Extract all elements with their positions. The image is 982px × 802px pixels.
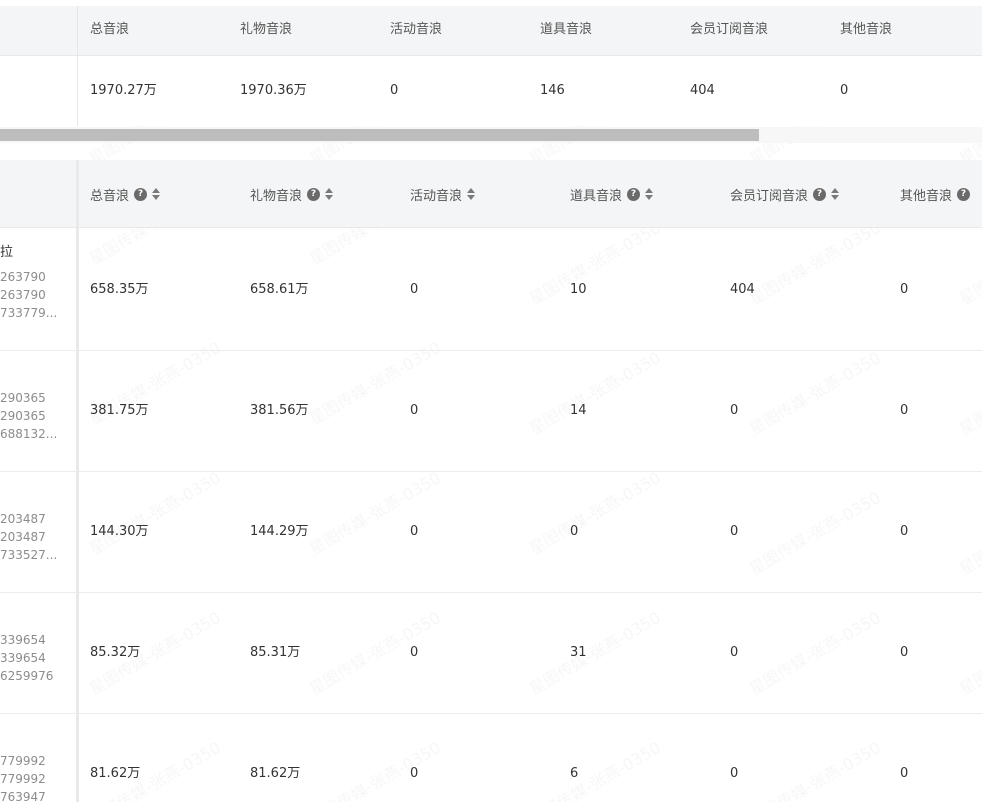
cell-total: 85.32万 [90, 645, 141, 660]
anchor-id: 290365 [0, 409, 46, 423]
summary-fixed-column-divider [77, 56, 78, 126]
anchor-id: 339654 [0, 633, 46, 647]
detail-header-activity-label: 活动音浪 [410, 188, 463, 204]
anchor-id: 263790 [0, 270, 46, 284]
table-row: 拉 263790 263790 733779... 658.35万 658.61万 0 10 4… [0, 229, 982, 350]
table-row: 779992 779992 763947 81.62万 81.62万 0 6 0 0 [0, 713, 982, 802]
anchor-id: 779992 [0, 772, 46, 786]
cell-prop: 0 [570, 524, 579, 539]
cell-total: 658.35万 [90, 282, 149, 297]
detail-header-gift-label: 礼物音浪 [250, 188, 303, 204]
anchor-id: 263790 [0, 288, 46, 302]
cell-activity: 0 [410, 403, 419, 418]
summary-value-prop: 146 [540, 83, 565, 98]
cell-gift: 81.62万 [250, 766, 301, 781]
detail-header-prop-label: 道具音浪 [570, 188, 623, 204]
table-row: 203487 203487 733527... 144.30万 144.29万 0 0 0 0 [0, 471, 982, 592]
cell-total: 81.62万 [90, 766, 141, 781]
anchor-id: 203487 [0, 530, 46, 544]
sort-icon[interactable] [152, 187, 161, 201]
detail-header-member[interactable]: 会员订阅音浪 ? [730, 186, 840, 204]
summary-value-gift: 1970.36万 [240, 83, 307, 98]
detail-table-header: 总音浪 ? 礼物音浪 ? 活动音浪 道具音浪 ? 会员订阅音浪 ? 其他音浪 ? [0, 160, 982, 228]
help-icon[interactable]: ? [957, 187, 971, 201]
summary-header-member: 会员订阅音浪 [690, 22, 769, 37]
summary-table-header: 总音浪 礼物音浪 活动音浪 道具音浪 会员订阅音浪 其他音浪 [0, 6, 982, 56]
anchor-id: 688132... [0, 427, 58, 441]
summary-header-gift: 礼物音浪 [240, 22, 293, 37]
table-row: 339654 339654 6259976 85.32万 85.31万 0 31 0 0 [0, 592, 982, 713]
cell-other: 0 [900, 403, 909, 418]
cell-prop: 10 [570, 282, 587, 297]
cell-total: 144.30万 [90, 524, 149, 539]
summary-header-prop: 道具音浪 [540, 22, 593, 37]
anchor-id: 339654 [0, 651, 46, 665]
sort-icon[interactable] [467, 187, 476, 201]
help-icon[interactable]: ? [134, 187, 148, 201]
anchor-name: 拉 [0, 245, 14, 260]
table-row: 290365 290365 688132... 381.75万 381.56万 0 14 0 0 [0, 350, 982, 471]
cell-member: 0 [730, 524, 739, 539]
detail-header-gift[interactable]: 礼物音浪 ? [250, 186, 334, 204]
cell-gift: 658.61万 [250, 282, 309, 297]
cell-activity: 0 [410, 645, 419, 660]
horizontal-scrollbar-thumb[interactable] [0, 129, 759, 141]
summary-value-member: 404 [690, 83, 715, 98]
anchor-id: 733527... [0, 548, 58, 562]
summary-fixed-column-divider [77, 6, 78, 56]
detail-header-other: 其他音浪 ? [900, 186, 971, 204]
summary-value-other: 0 [840, 83, 849, 98]
row-divider [0, 471, 982, 472]
fixed-column-shadow [76, 160, 79, 802]
cell-member: 0 [730, 766, 739, 781]
row-divider [0, 350, 982, 351]
help-icon[interactable]: ? [813, 187, 827, 201]
anchor-id: 203487 [0, 512, 46, 526]
sort-icon[interactable] [645, 187, 654, 201]
anchor-id: 733779... [0, 306, 58, 320]
cell-other: 0 [900, 766, 909, 781]
detail-header-other-label: 其他音浪 [900, 188, 953, 204]
cell-activity: 0 [410, 524, 419, 539]
cell-other: 0 [900, 645, 909, 660]
row-divider [0, 592, 982, 593]
summary-value-activity: 0 [390, 83, 399, 98]
summary-header-total: 总音浪 [90, 22, 130, 37]
summary-table-row: 1970.27万 1970.36万 0 146 404 0 [0, 56, 982, 126]
cell-prop: 6 [570, 766, 579, 781]
anchor-id: 6259976 [0, 669, 54, 683]
cell-other: 0 [900, 282, 909, 297]
cell-total: 381.75万 [90, 403, 149, 418]
cell-member: 404 [730, 282, 755, 297]
cell-prop: 14 [570, 403, 587, 418]
cell-member: 0 [730, 645, 739, 660]
detail-header-member-label: 会员订阅音浪 [730, 188, 809, 204]
anchor-id: 763947 [0, 790, 46, 802]
detail-header-total[interactable]: 总音浪 ? [90, 186, 161, 204]
anchor-id: 779992 [0, 754, 46, 768]
sort-icon[interactable] [831, 187, 840, 201]
detail-header-prop[interactable]: 道具音浪 ? [570, 186, 654, 204]
help-icon[interactable]: ? [627, 187, 641, 201]
cell-activity: 0 [410, 766, 419, 781]
summary-header-activity: 活动音浪 [390, 22, 443, 37]
summary-value-total: 1970.27万 [90, 83, 157, 98]
cell-gift: 381.56万 [250, 403, 309, 418]
cell-prop: 31 [570, 645, 587, 660]
anchor-id: 290365 [0, 391, 46, 405]
sort-icon[interactable] [325, 187, 334, 201]
detail-header-activity[interactable]: 活动音浪 [410, 186, 476, 204]
cell-other: 0 [900, 524, 909, 539]
help-icon[interactable]: ? [307, 187, 321, 201]
cell-member: 0 [730, 403, 739, 418]
detail-header-total-label: 总音浪 [90, 188, 130, 204]
cell-gift: 144.29万 [250, 524, 309, 539]
cell-activity: 0 [410, 282, 419, 297]
summary-header-other: 其他音浪 [840, 22, 893, 37]
cell-gift: 85.31万 [250, 645, 301, 660]
row-divider [0, 713, 982, 714]
